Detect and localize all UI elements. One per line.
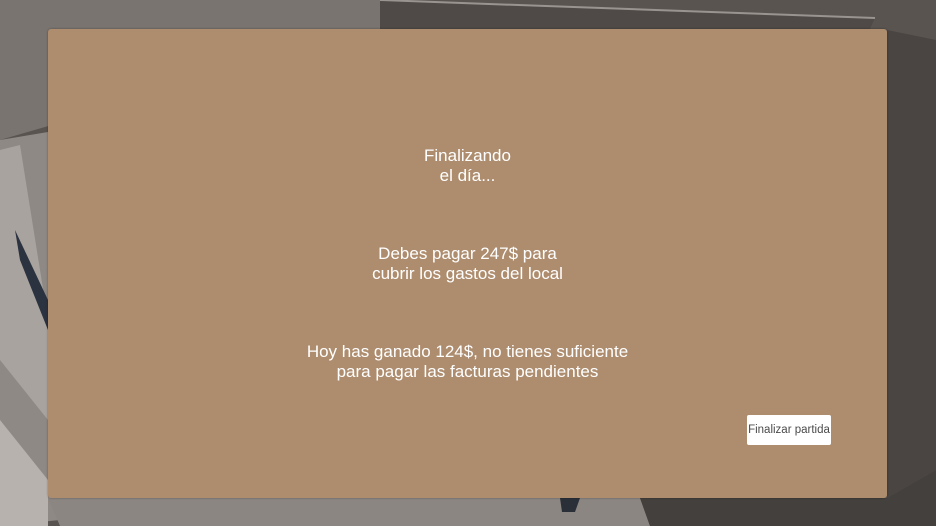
day-ending-title: Finalizando el día...: [48, 146, 887, 186]
title-line-2: el día...: [439, 166, 496, 185]
earnings-message: Hoy has ganado 124$, no tienes suficient…: [48, 342, 887, 382]
title-line-1: Finalizando: [424, 146, 511, 165]
game-scene-background: Finalizando el día... Debes pagar 247$ p…: [0, 0, 936, 526]
end-of-day-dialog: Finalizando el día... Debes pagar 247$ p…: [48, 29, 887, 498]
expenses-message: Debes pagar 247$ para cubrir los gastos …: [48, 244, 887, 284]
earnings-line-1: Hoy has ganado 124$, no tienes suficient…: [306, 342, 629, 361]
end-game-button[interactable]: Finalizar partida: [747, 415, 831, 445]
expenses-line-2: cubrir los gastos del local: [372, 264, 563, 283]
earnings-line-2: para pagar las facturas pendientes: [336, 362, 599, 381]
expenses-line-1: Debes pagar 247$ para: [378, 244, 557, 263]
